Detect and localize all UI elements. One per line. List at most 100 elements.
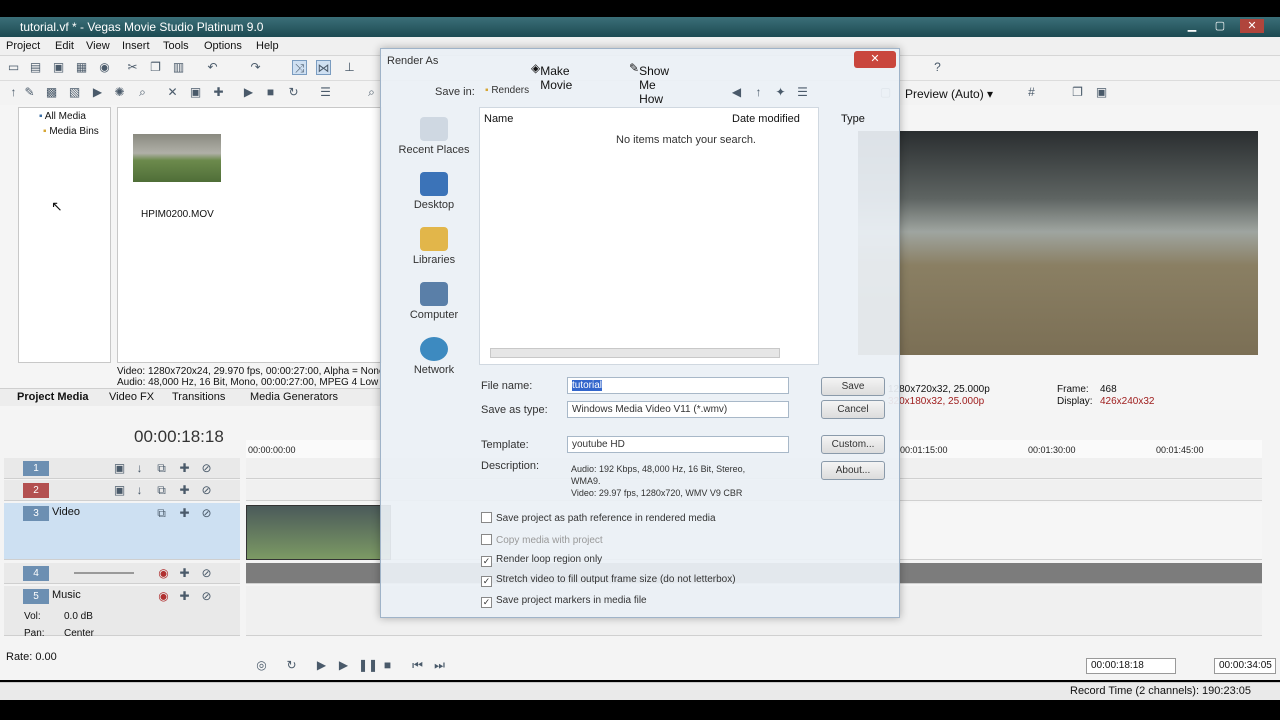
snapping-icon[interactable]: ⊥	[342, 60, 357, 75]
template-select[interactable]: youtube HD	[567, 436, 789, 453]
save-snapshot-icon[interactable]: ▣	[1094, 85, 1109, 100]
auto-crossfade-icon[interactable]: ⋈	[316, 60, 331, 75]
mute-icon[interactable]: ✚	[177, 566, 192, 581]
track-name[interactable]: Video	[52, 506, 80, 518]
mute-icon[interactable]: ✚	[177, 483, 192, 498]
track-fx-icon[interactable]: ▣	[112, 483, 127, 498]
mute-icon[interactable]: ✚	[177, 506, 192, 521]
help-icon[interactable]: ?	[930, 60, 945, 75]
solo-icon[interactable]: ⊘	[199, 483, 214, 498]
redo-icon[interactable]: ↷	[248, 60, 263, 75]
solo-icon[interactable]: ⊘	[199, 566, 214, 581]
tree-item-all-media[interactable]: ▪ All Media	[39, 111, 86, 122]
track-motion-icon[interactable]: ↓	[132, 483, 147, 498]
track-header[interactable]: 2 ▣ ↓ ⧉ ✚ ⊘	[4, 480, 240, 501]
copy-snapshot-icon[interactable]: ❐	[1070, 85, 1085, 100]
track-name[interactable]: Music	[52, 589, 81, 601]
minimize-icon[interactable]: ▁	[1180, 19, 1204, 33]
menu-insert[interactable]: Insert	[122, 40, 150, 52]
custom-button[interactable]: Custom...	[821, 435, 885, 454]
close-icon[interactable]: ✕	[1240, 19, 1264, 33]
save-icon[interactable]: ▣	[51, 60, 66, 75]
get-media-icon[interactable]: ▶	[90, 85, 105, 100]
media-thumbnail[interactable]	[133, 134, 221, 182]
about-button[interactable]: About...	[821, 461, 885, 480]
add-to-timeline-icon[interactable]: ✚	[211, 85, 226, 100]
tree-item-media-bins[interactable]: ▪ Media Bins	[43, 126, 99, 137]
capture-icon[interactable]: ▩	[44, 85, 59, 100]
checkbox[interactable]	[481, 512, 492, 523]
checkbox[interactable]: ✓	[481, 597, 492, 608]
undo-icon[interactable]: ↶	[205, 60, 220, 75]
search-icon[interactable]: ⌕	[364, 85, 379, 100]
menu-tools[interactable]: Tools	[163, 40, 189, 52]
up-folder-icon[interactable]: ↑	[751, 85, 766, 100]
track-header-music[interactable]: 5 Music ◉ ✚ ⊘ Vol: 0.0 dB Pan: Center	[4, 586, 240, 639]
show-me-how-button[interactable]: ✎ Show Me How	[629, 61, 669, 106]
play-preview-icon[interactable]: ▶	[241, 85, 256, 100]
option-stretch-video[interactable]: ✓ Stretch video to fill output frame size…	[481, 574, 736, 587]
copy-icon[interactable]: ❐	[148, 60, 163, 75]
column-name[interactable]: Name	[484, 113, 513, 125]
record-arm-icon[interactable]: ◉	[156, 566, 171, 581]
maximize-icon[interactable]: ▢	[1208, 19, 1232, 33]
menu-help[interactable]: Help	[256, 40, 279, 52]
checkbox[interactable]	[481, 534, 492, 545]
option-copy-media[interactable]: Copy media with project	[481, 534, 603, 546]
pause-icon[interactable]: ❚❚	[358, 658, 378, 673]
save-in-select[interactable]: ▪ Renders	[481, 83, 716, 100]
back-icon[interactable]: ◀	[729, 85, 744, 100]
new-folder-icon[interactable]: ✦	[773, 85, 788, 100]
new-icon[interactable]: ▭	[6, 60, 21, 75]
option-save-markers[interactable]: ✓ Save project markers in media file	[481, 595, 647, 608]
stop-preview-icon[interactable]: ■	[263, 85, 278, 100]
paste-icon[interactable]: ▥	[171, 60, 186, 75]
checkbox[interactable]: ✓	[481, 556, 492, 567]
track-header[interactable]: 4 ◉ ✚ ⊘	[4, 563, 240, 584]
up-level-icon[interactable]: ↑	[6, 85, 21, 100]
solo-icon[interactable]: ⊘	[199, 461, 214, 476]
cancel-button[interactable]: Cancel	[821, 400, 885, 419]
file-name-input[interactable]: tutorial	[567, 377, 789, 394]
track-header-video[interactable]: 3 Video ⧉ ✚ ⊘	[4, 503, 240, 560]
menu-project[interactable]: Project	[6, 40, 40, 52]
menu-edit[interactable]: Edit	[55, 40, 74, 52]
render-icon[interactable]: ◉	[97, 60, 112, 75]
open-icon[interactable]: ▤	[28, 60, 43, 75]
ripple-edit-icon[interactable]: ⤨	[292, 60, 307, 75]
tab-project-media[interactable]: Project Media	[17, 391, 89, 403]
place-computer[interactable]: Computer	[389, 282, 479, 321]
next-frame-icon[interactable]: ⏭	[432, 658, 447, 673]
stop-icon[interactable]: ■	[380, 658, 395, 673]
tab-media-generators[interactable]: Media Generators	[250, 391, 338, 403]
column-type[interactable]: Type	[841, 113, 865, 125]
save-button[interactable]: Save	[821, 377, 885, 396]
compositing-icon[interactable]: ⧉	[154, 461, 169, 476]
place-network[interactable]: Network	[389, 337, 479, 376]
get-photos-icon[interactable]: ▧	[67, 85, 82, 100]
tab-video-fx[interactable]: Video FX	[109, 391, 154, 403]
save-as-type-select[interactable]: Windows Media Video V11 (*.wmv)	[567, 401, 789, 418]
checkbox[interactable]: ✓	[481, 576, 492, 587]
properties-icon[interactable]: ▦	[74, 60, 89, 75]
preview-mode-select[interactable]: Preview (Auto) ▾	[905, 87, 993, 101]
video-clip[interactable]	[246, 505, 391, 560]
search-media-icon[interactable]: ⌕	[135, 85, 150, 100]
cursor-time-field[interactable]: 00:00:18:18	[1086, 658, 1176, 674]
track-fx-icon[interactable]: ▣	[112, 461, 127, 476]
file-list[interactable]: Name Date modified No items match your s…	[479, 107, 819, 365]
horizontal-scrollbar[interactable]	[490, 348, 780, 358]
option-render-loop[interactable]: ✓ Render loop region only	[481, 554, 602, 567]
record-icon[interactable]: ◎	[254, 658, 269, 673]
place-recent-places[interactable]: Recent Places	[389, 117, 479, 156]
compositing-icon[interactable]: ⧉	[154, 506, 169, 521]
record-arm-icon[interactable]: ◉	[156, 589, 171, 604]
track-motion-icon[interactable]: ↓	[132, 461, 147, 476]
cut-icon[interactable]: ✂	[125, 60, 140, 75]
overlays-icon[interactable]: #	[1024, 85, 1039, 100]
views-icon[interactable]: ☰	[318, 85, 333, 100]
remove-icon[interactable]: ✕	[165, 85, 180, 100]
view-menu-icon[interactable]: ☰	[795, 85, 810, 100]
place-libraries[interactable]: Libraries	[389, 227, 479, 266]
column-date-modified[interactable]: Date modified	[732, 113, 800, 125]
